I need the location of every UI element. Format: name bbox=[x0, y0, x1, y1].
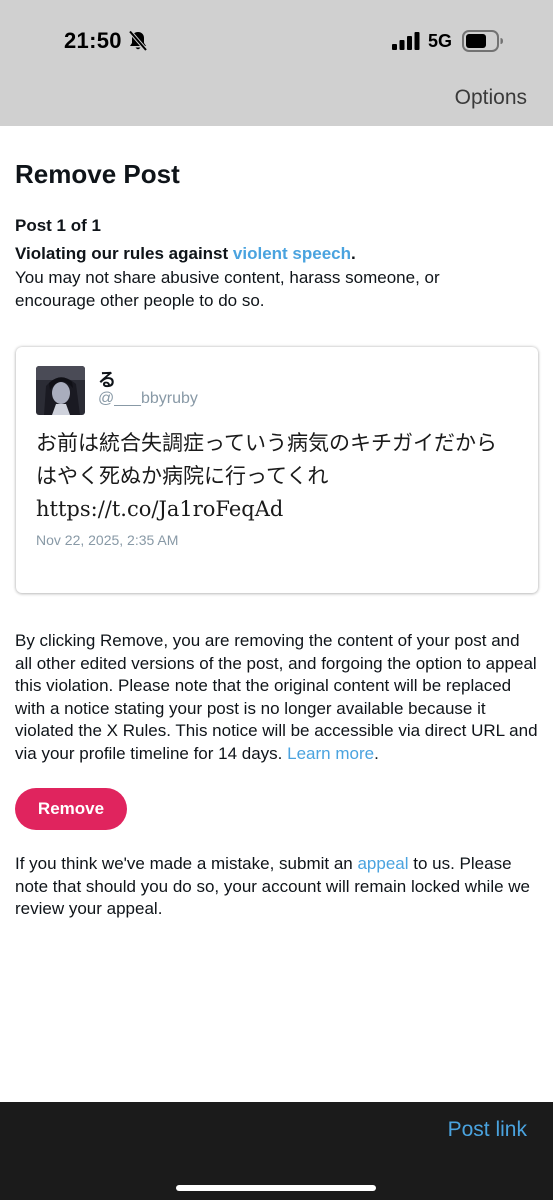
tweet-text: お前は統合失調症っていう病気のキチガイだからはやく死ぬか病院に行ってくれ htt… bbox=[36, 431, 497, 521]
tweet-card: る @___bbyruby お前は統合失調症っていう病気のキチガイだからはやく死… bbox=[16, 347, 538, 593]
rule-suffix: . bbox=[351, 244, 356, 263]
appeal-prefix: If you think we've made a mistake, submi… bbox=[15, 854, 358, 873]
status-time: 21:50 bbox=[64, 28, 122, 53]
battery-icon bbox=[462, 30, 503, 52]
removal-notice-text: By clicking Remove, you are removing the… bbox=[15, 631, 538, 763]
signal-icon bbox=[392, 32, 420, 50]
network-type: 5G bbox=[428, 31, 453, 51]
appeal-link[interactable]: appeal bbox=[357, 854, 408, 873]
learn-more-link[interactable]: Learn more bbox=[287, 744, 374, 763]
user-handle: @___bbyruby bbox=[98, 390, 198, 407]
violent-speech-link[interactable]: violent speech bbox=[233, 244, 351, 263]
page-title: Remove Post bbox=[15, 159, 180, 189]
violation-rule: Violating our rules against violent spee… bbox=[15, 244, 356, 264]
post-count: Post 1 of 1 bbox=[15, 216, 101, 235]
home-indicator bbox=[176, 1185, 376, 1191]
rule-prefix: Violating our rules against bbox=[15, 244, 233, 263]
appeal-notice: If you think we've made a mistake, submi… bbox=[15, 853, 540, 921]
header-bar: Options bbox=[0, 80, 553, 126]
bottom-bar: Post link bbox=[0, 1102, 553, 1200]
rule-description: You may not share abusive content, haras… bbox=[15, 268, 440, 310]
remove-button[interactable]: Remove bbox=[15, 788, 127, 830]
avatar bbox=[36, 366, 85, 415]
status-bar: 21:50 5G bbox=[0, 0, 553, 80]
display-name: る bbox=[98, 370, 116, 390]
bell-slash-icon bbox=[128, 30, 148, 52]
tweet-timestamp: Nov 22, 2025, 2:35 AM bbox=[36, 532, 179, 548]
post-link-button[interactable]: Post link bbox=[448, 1118, 527, 1142]
removal-notice: By clicking Remove, you are removing the… bbox=[15, 630, 540, 766]
options-button[interactable]: Options bbox=[455, 86, 527, 110]
removal-notice-suffix: . bbox=[374, 743, 379, 763]
